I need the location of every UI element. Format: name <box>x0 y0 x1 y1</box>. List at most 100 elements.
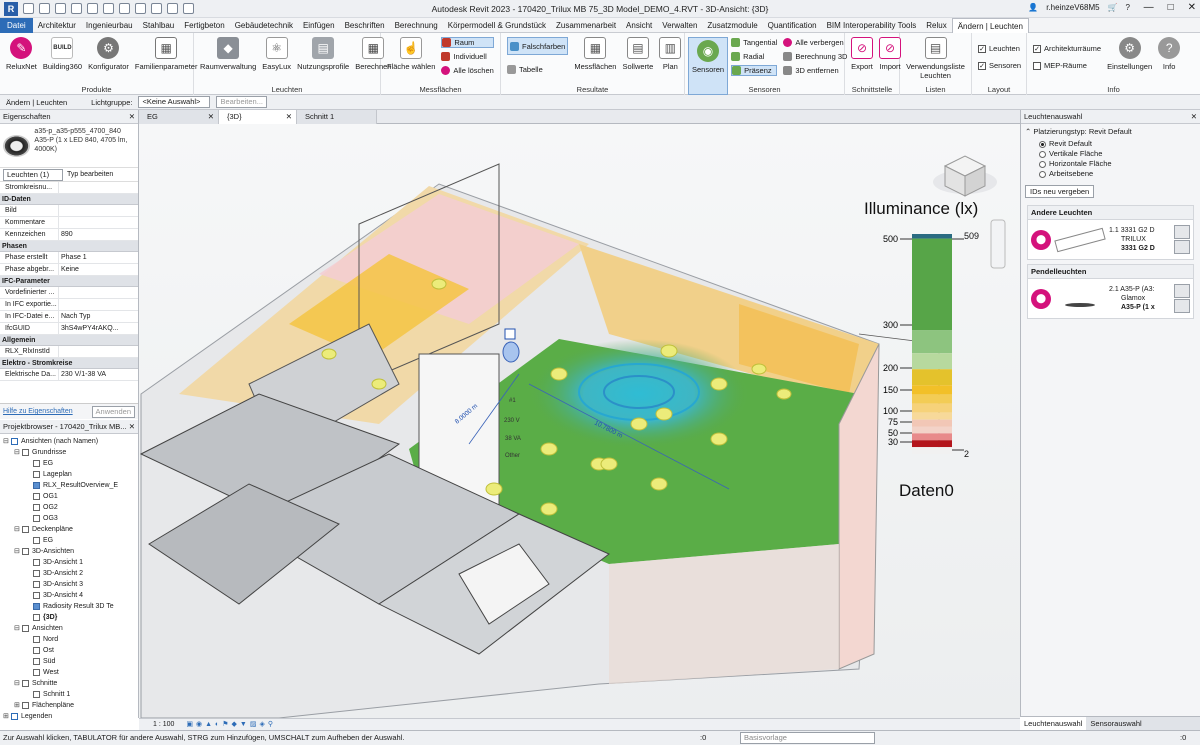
luminaire[interactable] <box>321 348 337 360</box>
property-row[interactable]: In IFC exportie... <box>0 299 138 311</box>
close-icon[interactable]: ✕ <box>1188 2 1196 13</box>
tab-fertigbeton[interactable]: Fertigbeton <box>179 18 229 33</box>
sync-icon[interactable] <box>55 3 66 14</box>
renumber-button[interactable]: IDs neu vergeben <box>1025 185 1095 198</box>
viewtab-3d[interactable]: {3D} ✕ <box>219 110 297 124</box>
tab-berechnung[interactable]: Berechnung <box>390 18 443 33</box>
property-section[interactable]: Elektro - Stromkreise <box>0 358 138 369</box>
property-value[interactable]: Keine <box>59 264 138 275</box>
tree-node[interactable]: ⊟ Schnitte <box>0 678 138 689</box>
dimension-icon[interactable] <box>135 3 146 14</box>
collapse-icon[interactable]: ⌃ <box>1025 127 1031 136</box>
tab-zusatzmodule[interactable]: Zusatzmodule <box>702 18 762 33</box>
property-value[interactable] <box>59 217 138 228</box>
luminaire[interactable] <box>650 477 668 491</box>
alle-loeschen-button[interactable]: Alle löschen <box>441 65 494 76</box>
tab-relux[interactable]: Relux <box>921 18 951 33</box>
3d-view-icon[interactable] <box>167 3 178 14</box>
property-row[interactable]: In IFC-Datei e... Nach Typ <box>0 311 138 323</box>
close-icon[interactable]: ✕ <box>129 420 135 434</box>
tree-node[interactable]: Radiosity Result 3D Te <box>0 601 138 612</box>
model-canvas[interactable]: 8.0000 m 10.7800 m #1 230 V 38 VA Other … <box>139 124 1020 719</box>
close-icon[interactable]: ✕ <box>1191 110 1197 124</box>
viewtab-schnitt-1[interactable]: Schnitt 1 <box>297 110 377 124</box>
lichtgruppe-select[interactable]: <Keine Auswahl> <box>138 96 211 108</box>
viewcube[interactable] <box>933 155 997 197</box>
tree-node[interactable]: ⊟ Ansichten (nach Namen) <box>0 436 138 447</box>
falschfarben-button[interactable]: Falschfarben <box>507 37 569 55</box>
property-section[interactable]: ID-Daten <box>0 194 138 205</box>
tree-node[interactable]: RLX_ResultOverview_E <box>0 480 138 491</box>
user-name[interactable]: r.heinzeV68M5 <box>1046 3 1099 12</box>
tree-node[interactable]: ⊟ Deckenpläne <box>0 524 138 535</box>
3d-entfernen-button[interactable]: 3D entfernen <box>783 65 847 76</box>
tree-node[interactable]: 3D-Ansicht 2 <box>0 568 138 579</box>
undo-icon[interactable] <box>71 3 82 14</box>
option-arbeitsebene[interactable]: Arbeitsebene <box>1039 169 1196 179</box>
option-vertikale-flaeche[interactable]: Vertikale Fläche <box>1039 149 1196 159</box>
configure-button[interactable] <box>1174 225 1190 239</box>
property-value[interactable] <box>59 205 138 216</box>
luminaire[interactable] <box>751 363 767 375</box>
luminaire[interactable] <box>431 278 447 290</box>
tab-quantification[interactable]: Quantification <box>763 18 822 33</box>
tree-node[interactable]: ⊟ Ansichten <box>0 623 138 634</box>
tree-node[interactable]: ⊟ Grundrisse <box>0 447 138 458</box>
sensoren-checkbox[interactable]: ✓ Sensoren <box>978 60 1021 71</box>
property-row[interactable]: IfcGUID 3hS4wPY4rAKQ... <box>0 323 138 335</box>
tab-verwalten[interactable]: Verwalten <box>657 18 702 33</box>
close-icon[interactable]: ✕ <box>129 110 135 124</box>
property-value[interactable] <box>59 299 138 310</box>
property-row[interactable]: Phase erstellt Phase 1 <box>0 252 138 264</box>
alle-verbergen-button[interactable]: Alle verbergen <box>783 37 847 48</box>
place-button[interactable] <box>1174 299 1190 313</box>
redo-icon[interactable] <box>87 3 98 14</box>
property-value[interactable] <box>59 287 138 298</box>
mep-raeume-checkbox[interactable]: MEP-Räume <box>1033 60 1101 71</box>
3d-viewport[interactable]: 8.0000 m 10.7800 m #1 230 V 38 VA Other … <box>139 124 1020 719</box>
tab-stahlbau[interactable]: Stahlbau <box>138 18 180 33</box>
luminaire[interactable] <box>485 482 503 496</box>
tree-node[interactable]: OG3 <box>0 513 138 524</box>
design-option-select[interactable]: Basisvorlage <box>740 732 875 744</box>
print-icon[interactable] <box>103 3 114 14</box>
tree-node[interactable]: Lageplan <box>0 469 138 480</box>
tabelle-button[interactable]: Tabelle <box>507 64 568 75</box>
architekturraeume-checkbox[interactable]: ✓ Architekturräume <box>1033 43 1101 54</box>
tab-architektur[interactable]: Architektur <box>33 18 81 33</box>
property-section[interactable]: Phasen <box>0 241 138 252</box>
luminaire[interactable] <box>710 377 728 391</box>
tab-koerpermodell[interactable]: Körpermodell & Grundstück <box>443 18 551 33</box>
tree-node[interactable]: Schnitt 1 <box>0 689 138 700</box>
type-selector[interactable]: a35-p_a35-p555_4700_840 A35-P (1 x LED 8… <box>0 124 138 168</box>
user-icon[interactable]: 👤 <box>1028 3 1038 12</box>
instance-filter-select[interactable]: Leuchten (1) <box>3 168 63 181</box>
property-value[interactable] <box>59 346 138 357</box>
tree-node[interactable]: Süd <box>0 656 138 667</box>
cart-icon[interactable]: 🛒 <box>1108 3 1118 12</box>
property-value[interactable]: 230 V/1-38 VA <box>59 369 138 380</box>
lamp-item[interactable]: ⬤ 1.1 3331 G2 D TRILUX 3331 G2 D <box>1028 220 1193 259</box>
selected-luminaire[interactable] <box>504 328 516 340</box>
tab-gebaeudetechnik[interactable]: Gebäudetechnik <box>230 18 298 33</box>
tab-aendern-leuchten[interactable]: Ändern | Leuchten <box>951 17 1029 33</box>
property-section[interactable]: Allgemein <box>0 335 138 346</box>
expand-icon[interactable]: ⊟ <box>14 623 22 634</box>
tangential-button[interactable]: Tangential <box>731 37 777 48</box>
text-icon[interactable] <box>151 3 162 14</box>
radial-button[interactable]: Radial <box>731 51 777 62</box>
luminaire[interactable] <box>371 378 387 390</box>
expand-icon[interactable]: ⊟ <box>14 524 22 535</box>
tab-beschriften[interactable]: Beschriften <box>340 18 390 33</box>
save-icon[interactable] <box>39 3 50 14</box>
tree-node[interactable]: OG2 <box>0 502 138 513</box>
luminaire[interactable] <box>776 388 792 400</box>
tab-bim-interoperability[interactable]: BIM Interoperability Tools <box>822 18 922 33</box>
section-icon[interactable] <box>183 3 194 14</box>
tab-sensorauswahl[interactable]: Sensorauswahl <box>1086 717 1145 730</box>
luminaire[interactable] <box>655 407 673 421</box>
property-row[interactable]: Elektrische Da... 230 V/1-38 VA <box>0 369 138 381</box>
property-row[interactable]: Stromkreisnu... <box>0 182 138 194</box>
expand-icon[interactable]: ⊟ <box>14 447 22 458</box>
close-icon[interactable]: ✕ <box>208 110 214 124</box>
